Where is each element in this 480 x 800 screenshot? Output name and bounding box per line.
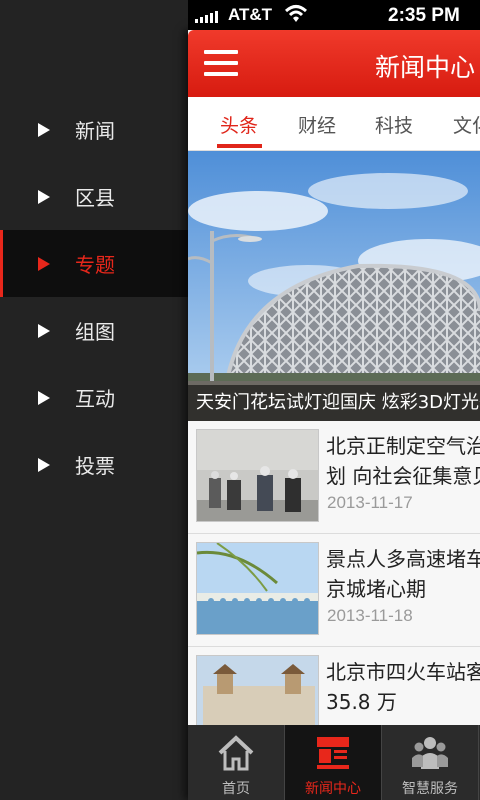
side-drawer: 新闻 区县 专题 组图 互动 投票 (0, 0, 188, 800)
triangle-right-icon (38, 323, 50, 338)
triangle-right-icon (38, 256, 50, 271)
nav-label: 智慧服务 (402, 781, 458, 797)
drawer-item-topics[interactable]: 专题 (0, 230, 188, 297)
triangle-right-icon (38, 122, 50, 137)
drawer-item-label: 专题 (75, 253, 115, 277)
drawer-item-galleries[interactable]: 组图 (0, 297, 188, 364)
home-icon (218, 735, 254, 771)
nav-home[interactable]: 首页 (188, 725, 285, 800)
tab-culture[interactable]: 文化 (453, 111, 480, 138)
news-thumbnail (196, 542, 319, 635)
bottom-nav: 首页 新闻中心 智慧服务 (188, 725, 480, 800)
drawer-item-interaction[interactable]: 互动 (0, 364, 188, 431)
drawer-item-label: 区县 (75, 186, 115, 210)
news-icon (317, 737, 349, 769)
news-title: 景点人多高速堵车 北京城堵心期 (326, 547, 480, 601)
drawer-item-news[interactable]: 新闻 (0, 96, 188, 163)
triangle-right-icon (38, 457, 50, 472)
signal-icon (195, 9, 218, 23)
carrier-name: AT&T (228, 5, 273, 24)
drawer-item-label: 组图 (75, 320, 115, 344)
nav-label: 首页 (222, 781, 250, 797)
drawer-item-label: 互动 (75, 387, 115, 411)
drawer-item-label: 投票 (75, 454, 115, 478)
list-item[interactable]: 景点人多高速堵车 北京城堵心期 2013-11-18 (188, 534, 480, 647)
people-icon (412, 737, 448, 769)
title-bar: 新闻中心 (188, 30, 480, 97)
hero-image (188, 151, 480, 421)
drawer-menu: 新闻 区县 专题 组图 互动 投票 (0, 96, 188, 498)
nav-label: 新闻中心 (305, 781, 361, 797)
hero-caption: 天安门花坛试灯迎国庆 炫彩3D灯光秀 (188, 385, 480, 421)
news-title: 北京正制定空气治理规划 向社会征集意见 (326, 434, 480, 488)
main-panel: 新闻中心 头条 财经 科技 文化 (188, 30, 480, 800)
tab-finance[interactable]: 财经 (298, 111, 336, 138)
menu-icon[interactable] (204, 50, 238, 78)
wifi-icon (284, 5, 308, 22)
tab-tech[interactable]: 科技 (375, 111, 413, 138)
nav-smart-services[interactable]: 智慧服务 (382, 725, 479, 800)
tab-headlines[interactable]: 头条 (220, 111, 258, 138)
screen: 新闻 区县 专题 组图 互动 投票 AT&T 2:35 PM 新闻中心 头条 财… (0, 0, 480, 800)
nav-news-center[interactable]: 新闻中心 (285, 725, 382, 800)
status-bar: AT&T 2:35 PM (188, 0, 480, 30)
news-date: 2013-11-17 (327, 493, 413, 512)
page-title: 新闻中心 (375, 53, 476, 82)
status-time: 2:35 PM (388, 5, 460, 26)
hero-banner[interactable]: 天安门花坛试灯迎国庆 炫彩3D灯光秀 (188, 151, 480, 421)
news-title: 北京市四火车站客流 35.8 万 (326, 660, 480, 714)
drawer-item-label: 新闻 (75, 119, 115, 143)
news-date: 2013-11-18 (327, 606, 413, 625)
category-tabs: 头条 财经 科技 文化 (188, 97, 480, 151)
triangle-right-icon (38, 390, 50, 405)
drawer-item-vote[interactable]: 投票 (0, 431, 188, 498)
drawer-item-districts[interactable]: 区县 (0, 163, 188, 230)
news-thumbnail (196, 429, 319, 522)
triangle-right-icon (38, 189, 50, 204)
tab-indicator (217, 144, 262, 148)
list-item[interactable]: 北京正制定空气治理规划 向社会征集意见 2013-11-17 (188, 421, 480, 534)
